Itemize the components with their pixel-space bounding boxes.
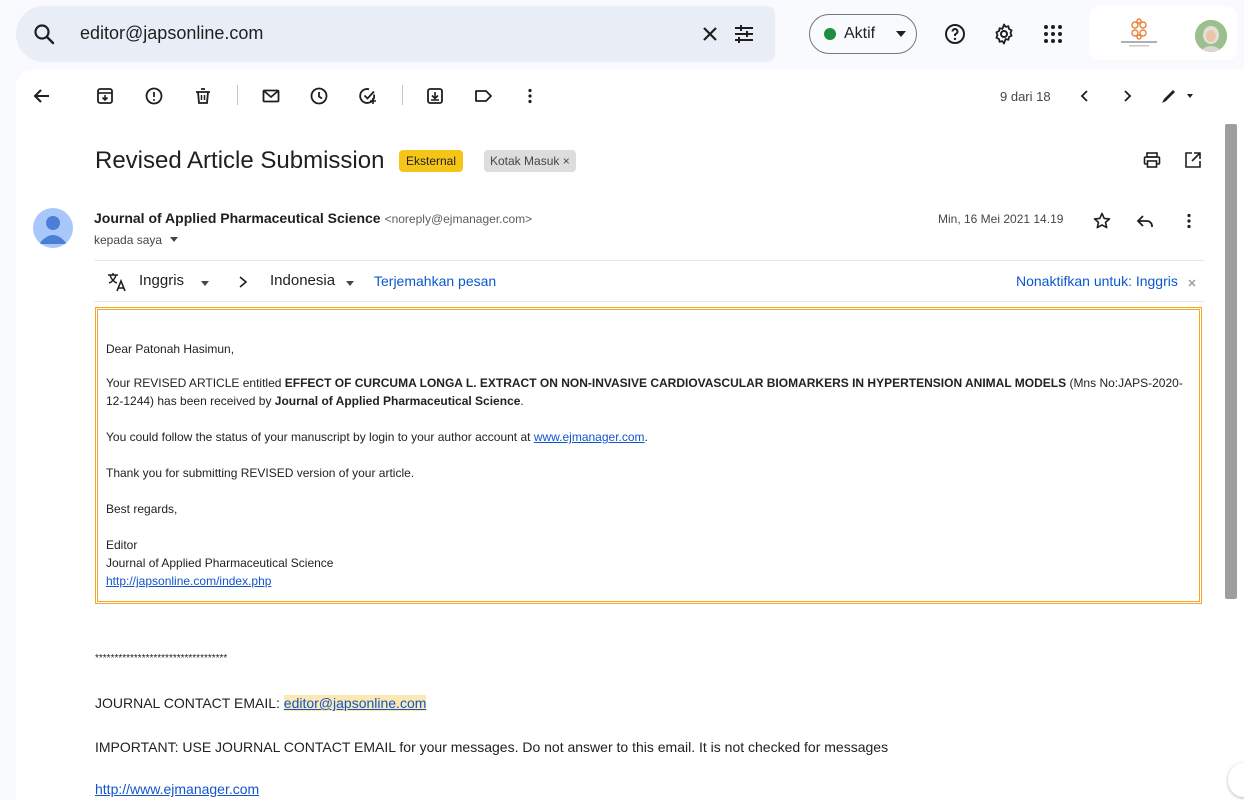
scrollbar-thumb[interactable] bbox=[1225, 124, 1237, 599]
report-spam-icon[interactable] bbox=[144, 86, 164, 106]
message-panel: 9 dari 18 Revised Article Submission Eks… bbox=[16, 70, 1244, 800]
chevron-right-icon[interactable] bbox=[1117, 86, 1137, 106]
ejmanager-footer-link[interactable]: http://www.ejmanager.com bbox=[95, 781, 259, 797]
print-icon[interactable] bbox=[1142, 150, 1162, 170]
recipient-label: kepada saya bbox=[94, 233, 163, 247]
chevron-left-icon[interactable] bbox=[1075, 86, 1095, 106]
signature-journal: Journal of Applied Pharmaceutical Scienc… bbox=[106, 556, 334, 570]
contact-email-link[interactable]: editor@japsonline.com bbox=[283, 695, 427, 711]
ejmanager-link[interactable]: www.ejmanager.com bbox=[534, 430, 645, 444]
add-task-icon[interactable] bbox=[358, 86, 378, 106]
search-input[interactable]: editor@japsonline.com bbox=[80, 23, 263, 44]
message-body-box: Dear Patonah Hasimun, Your REVISED ARTIC… bbox=[95, 307, 1202, 604]
more-vert-icon[interactable] bbox=[1179, 211, 1199, 231]
translate-message-link[interactable]: Terjemahkan pesan bbox=[374, 273, 496, 289]
chevron-down-icon bbox=[896, 31, 906, 37]
archive-icon[interactable] bbox=[95, 86, 115, 106]
sender-avatar[interactable] bbox=[33, 208, 73, 248]
label-external[interactable]: Eksternal bbox=[399, 150, 464, 172]
mark-unread-icon[interactable] bbox=[261, 86, 281, 106]
chevron-down-icon[interactable] bbox=[169, 234, 179, 244]
search-options-icon[interactable] bbox=[732, 22, 756, 46]
disable-translate-link[interactable]: Nonaktifkan untuk: Inggris bbox=[1016, 273, 1178, 289]
translate-bar: Inggris Indonesia Terjemahkan pesan Nona… bbox=[94, 260, 1204, 302]
back-arrow-icon[interactable] bbox=[32, 86, 52, 106]
body-paragraph: You could follow the status of your manu… bbox=[106, 428, 1191, 446]
body-paragraph: Your REVISED ARTICLE entitled EFFECT OF … bbox=[106, 374, 1191, 410]
input-tools-icon[interactable] bbox=[1159, 86, 1199, 106]
chevron-down-icon[interactable] bbox=[345, 278, 355, 288]
body-text: Your REVISED ARTICLE entitled bbox=[106, 376, 285, 390]
recipient-details[interactable]: kepada saya bbox=[94, 233, 179, 247]
reply-icon[interactable] bbox=[1135, 211, 1155, 231]
label-icon[interactable] bbox=[473, 86, 493, 106]
snooze-clock-icon[interactable] bbox=[309, 86, 329, 106]
more-vert-icon[interactable] bbox=[520, 86, 540, 106]
chevron-down-icon[interactable] bbox=[200, 278, 210, 288]
chevron-right-icon bbox=[239, 276, 248, 288]
contact-line: JOURNAL CONTACT EMAIL: editor@japsonline… bbox=[95, 695, 427, 711]
gear-icon[interactable] bbox=[992, 22, 1016, 46]
move-to-icon[interactable] bbox=[425, 86, 445, 106]
body-regards: Best regards, bbox=[106, 502, 178, 516]
contact-label: JOURNAL CONTACT EMAIL: bbox=[95, 695, 284, 711]
signature-link-line: http://japsonline.com/index.php bbox=[106, 572, 1191, 590]
open-new-window-icon[interactable] bbox=[1183, 150, 1203, 170]
clear-search-icon[interactable] bbox=[698, 22, 722, 46]
search-icon[interactable] bbox=[32, 22, 56, 46]
body-text: . bbox=[520, 394, 524, 408]
separator-stars: ********************************** bbox=[95, 653, 228, 664]
toolbar-divider bbox=[237, 85, 238, 105]
pagination-counter: 9 dari 18 bbox=[1000, 89, 1051, 104]
sender-name[interactable]: Journal of Applied Pharmaceutical Scienc… bbox=[94, 210, 381, 226]
label-inbox[interactable]: Kotak Masuk × bbox=[484, 150, 576, 172]
star-icon[interactable] bbox=[1092, 211, 1112, 231]
sender-email: <noreply@ejmanager.com> bbox=[384, 212, 533, 226]
email-subject: Revised Article Submission bbox=[95, 147, 385, 174]
label-inbox-text: Kotak Masuk bbox=[490, 154, 560, 168]
status-label: Aktif bbox=[844, 25, 876, 42]
target-language[interactable]: Indonesia bbox=[270, 272, 335, 289]
body-thanks: Thank you for submitting REVISED version… bbox=[106, 466, 415, 480]
account-area[interactable] bbox=[1089, 6, 1237, 60]
important-notice: IMPORTANT: USE JOURNAL CONTACT EMAIL for… bbox=[95, 739, 889, 755]
search-bar[interactable]: editor@japsonline.com bbox=[16, 6, 775, 62]
body-text: . bbox=[644, 430, 648, 444]
translate-icon bbox=[108, 273, 126, 292]
body-text: You could follow the status of your manu… bbox=[106, 430, 534, 444]
signature-role: Editor bbox=[106, 538, 138, 552]
message-date: Min, 16 Mei 2021 14.19 bbox=[938, 212, 1064, 226]
sender-line: Journal of Applied Pharmaceutical Scienc… bbox=[94, 210, 532, 226]
avatar[interactable] bbox=[1195, 20, 1227, 52]
body-greeting: Dear Patonah Hasimun, bbox=[106, 342, 235, 356]
article-title: EFFECT OF CURCUMA LONGA L. EXTRACT ON NO… bbox=[284, 376, 1067, 390]
journal-website-link[interactable]: http://japsonline.com/index.php bbox=[106, 574, 271, 588]
status-dot bbox=[824, 28, 836, 40]
trash-icon[interactable] bbox=[193, 86, 213, 106]
close-icon[interactable] bbox=[1187, 278, 1197, 288]
journal-name: Journal of Applied Pharmaceutical Scienc… bbox=[274, 394, 521, 408]
remove-label-icon[interactable]: × bbox=[563, 154, 570, 168]
organization-logo bbox=[1121, 18, 1157, 47]
help-icon[interactable] bbox=[943, 22, 967, 46]
status-dropdown[interactable]: Aktif bbox=[809, 14, 917, 54]
source-language[interactable]: Inggris bbox=[139, 272, 184, 289]
top-bar: editor@japsonline.com Aktif bbox=[0, 0, 1244, 68]
apps-grid-icon[interactable] bbox=[1041, 22, 1065, 46]
toolbar-divider bbox=[402, 85, 403, 105]
